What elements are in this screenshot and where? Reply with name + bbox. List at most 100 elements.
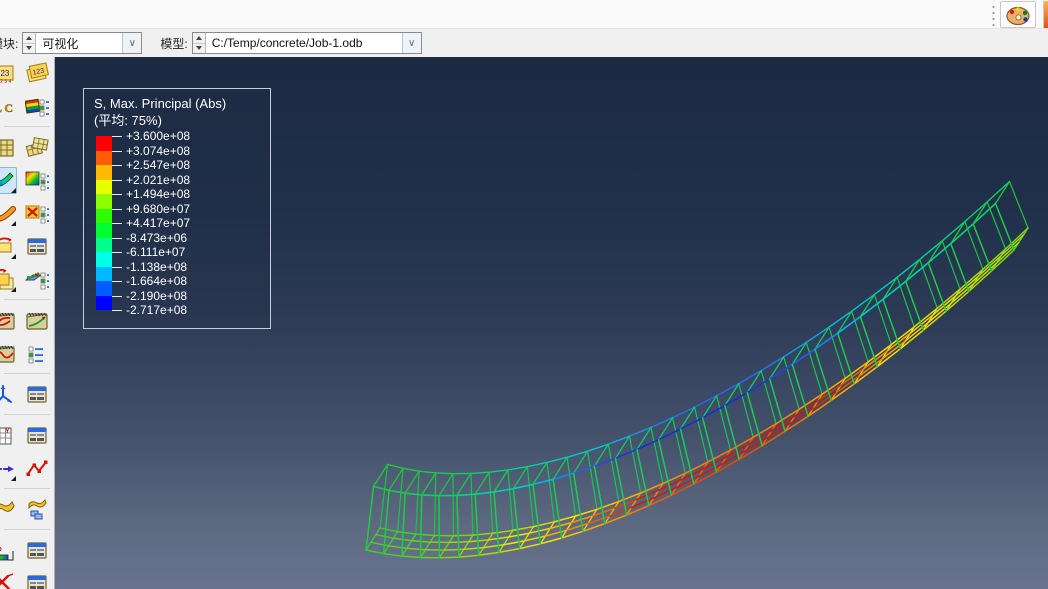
toolbox-group-divider <box>4 299 50 300</box>
legend-band <box>96 252 112 267</box>
toolbox-row <box>0 164 54 197</box>
xy-data-table-icon: Y <box>0 424 16 448</box>
data-table-icon <box>0 136 16 160</box>
plot-undeformed-shape-button[interactable] <box>0 233 17 260</box>
animate-scale-factor-icon <box>0 309 16 333</box>
legend-tick-label: -1.138e+08 <box>126 261 187 274</box>
animation-options-icon <box>25 342 49 366</box>
legend-tick-label: +2.547e+08 <box>126 159 190 172</box>
toolbox-group-divider <box>4 126 50 127</box>
plot-contours-button[interactable] <box>0 167 17 194</box>
toolbox-row: Y <box>0 419 54 452</box>
xy-axes-button[interactable] <box>0 381 17 408</box>
toolbar-grip-handle[interactable] <box>991 4 996 26</box>
legend-tick <box>112 165 122 166</box>
frame-list-button[interactable]: 123 <box>24 60 50 87</box>
model-label: 模型: <box>160 35 187 52</box>
legend-tick <box>112 180 122 181</box>
context-bar: 模块: 可视化 ∨ 模型: C:/Temp/concrete/Job-1.odb <box>0 29 1048 57</box>
animate-scale-factor-button[interactable] <box>0 307 17 334</box>
toolbox-row <box>0 534 54 567</box>
free-body-cut-button[interactable] <box>0 496 17 523</box>
animation-options-button[interactable] <box>24 340 50 367</box>
viewport-canvas[interactable]: S, Max. Principal (Abs) (平均: 75%) +3.600… <box>55 57 1048 589</box>
legend-band <box>96 151 112 166</box>
frame-counter-button[interactable]: 1231 2 3 4 <box>0 60 17 87</box>
legend-tick-label: -1.664e+08 <box>126 275 187 288</box>
svg-text:L C: L C <box>0 101 13 115</box>
legend-band <box>96 136 112 151</box>
module-dropdown-arrow[interactable]: ∨ <box>122 33 141 53</box>
model-group: 模型: C:/Temp/concrete/Job-1.odb ∨ <box>160 32 421 54</box>
flyout-indicator <box>11 254 16 259</box>
free-body-cut-icon <box>0 498 16 522</box>
animate-harmonic-button[interactable] <box>0 340 17 367</box>
legend-tick-label: +3.074e+08 <box>126 145 190 158</box>
legend-band <box>96 165 112 180</box>
legend-tick <box>112 310 122 311</box>
result-options-icon <box>25 235 49 259</box>
free-body-options-button[interactable] <box>24 496 50 523</box>
spin-up-button[interactable] <box>23 33 35 43</box>
svg-text:Y: Y <box>5 428 10 435</box>
abaqus-viewer-window: 模块: 可视化 ∨ 模型: C:/Temp/concrete/Job-1.odb <box>0 0 1048 589</box>
visualization-toolbox: 1231 2 3 4 123 L C Y <box>0 57 55 589</box>
module-spinner <box>23 33 36 53</box>
toolbox-row <box>0 263 54 296</box>
spin-down-button[interactable] <box>193 43 205 54</box>
legend-tick <box>112 238 122 239</box>
toolbar-strip <box>0 0 1048 29</box>
model-combobox[interactable]: C:/Temp/concrete/Job-1.odb ∨ <box>192 32 422 54</box>
xy-data-table-button[interactable]: Y <box>0 422 17 449</box>
view-cut-options-button[interactable] <box>24 537 50 564</box>
toolbox-row: 1231 2 3 4 123 <box>0 57 54 90</box>
legend-tick-label: +1.494e+08 <box>126 188 190 201</box>
spin-up-button[interactable] <box>193 33 205 43</box>
activate-cut-button[interactable] <box>0 570 17 589</box>
legend-tick-label: -2.717e+08 <box>126 304 187 317</box>
toolbox-row <box>0 337 54 370</box>
toolbox-group-divider <box>4 488 50 489</box>
odb-legend-book-button[interactable] <box>24 93 50 120</box>
spin-down-button[interactable] <box>23 43 35 54</box>
result-options-button[interactable] <box>24 233 50 260</box>
cut-manager-button[interactable] <box>24 570 50 589</box>
path-button[interactable] <box>0 455 17 482</box>
view-cut-spectrum-button[interactable] <box>0 537 17 564</box>
flyout-indicator <box>11 188 16 193</box>
copy-plot-button[interactable] <box>0 266 17 293</box>
legend-tick-label: -8.473e+06 <box>126 232 187 245</box>
legend-tick <box>112 281 122 282</box>
section-point-icon: L C <box>0 95 16 119</box>
section-point-button[interactable]: L C <box>0 93 17 120</box>
contour-options-button[interactable] <box>24 167 50 194</box>
xy-plot-button[interactable] <box>24 455 50 482</box>
toolbox-row <box>0 197 54 230</box>
toolbox-row <box>0 493 54 526</box>
delete-result-button[interactable] <box>24 200 50 227</box>
xy-plot-icon <box>25 457 49 481</box>
data-table-fan-button[interactable] <box>24 134 50 161</box>
module-combobox[interactable]: 可视化 ∨ <box>22 32 142 54</box>
toolbox-group-divider <box>4 373 50 374</box>
legend-tick-label: -2.190e+08 <box>126 290 187 303</box>
cut-manager-icon <box>25 572 49 589</box>
plot-deformed-shape-button[interactable] <box>0 200 17 227</box>
overlay-plot-options-button[interactable] <box>24 266 50 293</box>
legend-tick <box>112 296 122 297</box>
model-dropdown-arrow[interactable]: ∨ <box>402 33 421 53</box>
legend-band <box>96 267 112 282</box>
svg-text:1 2 3 4: 1 2 3 4 <box>0 79 12 85</box>
xy-table-options-icon <box>25 424 49 448</box>
toolbox-group-divider <box>4 529 50 530</box>
data-table-button[interactable] <box>0 134 17 161</box>
frame-counter-icon: 1231 2 3 4 <box>0 62 16 86</box>
flyout-indicator <box>11 476 16 481</box>
legend-title: S, Max. Principal (Abs) <box>94 95 262 112</box>
animate-time-history-button[interactable] <box>24 307 50 334</box>
clipped-toolbar-icon[interactable] <box>1043 1 1048 28</box>
xy-options-dialog-button[interactable] <box>24 381 50 408</box>
contour-options-icon <box>25 169 49 193</box>
xy-table-options-button[interactable] <box>24 422 50 449</box>
color-code-palette-button[interactable] <box>1000 1 1036 28</box>
